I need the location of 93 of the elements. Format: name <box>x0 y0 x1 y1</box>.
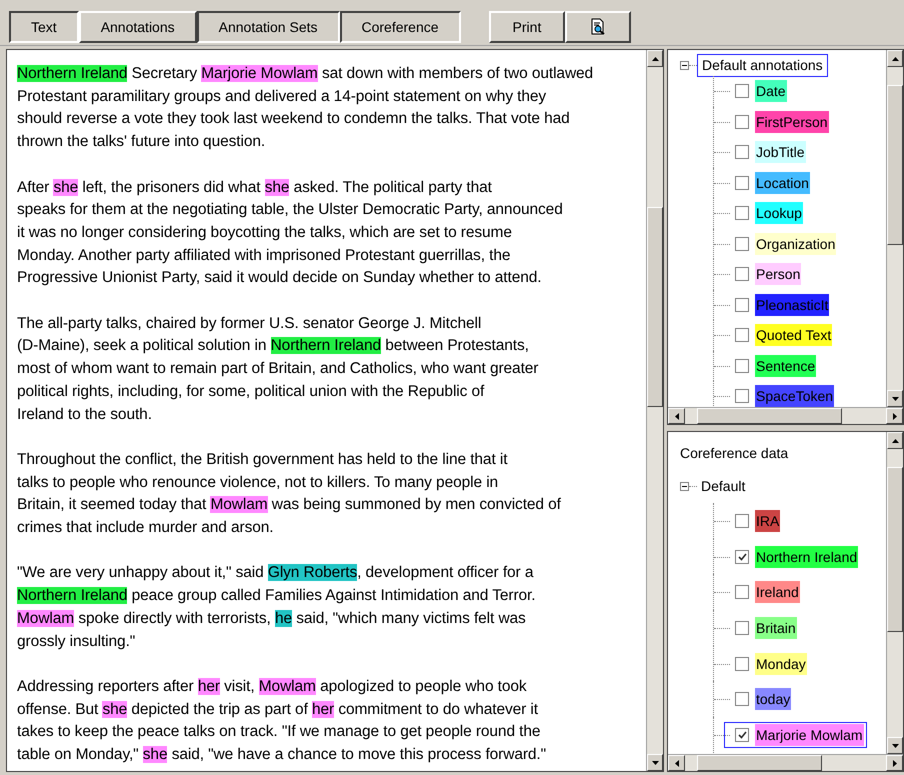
annotation-label: Northern Ireland <box>755 546 858 568</box>
annotation-label: Sentence <box>755 354 816 377</box>
collapse-icon[interactable] <box>680 482 689 490</box>
preview-button[interactable] <box>565 11 632 43</box>
checkbox[interactable] <box>735 358 749 373</box>
annotation-label: Location <box>755 172 810 194</box>
text-paragraph: The all-party talks, chaired by former U.S. senator George J. Mitchell (D-Maine), seek a political solution in Northern Ireland between Protestants, most of whom want to remain part of Britain, and Catholics, who want greater political rights, including, for some, political union with the Republic of Ireland to the south. <box>17 314 538 425</box>
checkmark-icon <box>738 730 746 739</box>
scroll-thumb[interactable] <box>647 207 663 407</box>
scroll-thumb[interactable] <box>697 755 822 771</box>
checkbox[interactable] <box>735 206 749 220</box>
tree-item[interactable]: Monday <box>724 650 810 677</box>
text-paragraph: Addressing reporters after her visit, Mowlam apologized to people who took offense. But she depicted the trip as part of her commitment to do whatever it takes to keep the peace talks on track. "If we manage to get people round the table on Monday," she said, "we have a chance to move this process forward." <box>17 676 546 766</box>
panel-title: Coreference data <box>680 444 788 463</box>
right-arrow-icon <box>892 760 896 766</box>
vertical-scrollbar[interactable] <box>886 50 903 407</box>
left-arrow-icon <box>674 760 678 766</box>
right-arrow-icon <box>892 412 896 420</box>
annotation-label: SpaceToken <box>755 385 834 407</box>
tree-item[interactable]: today <box>724 686 794 712</box>
horizontal-scrollbar[interactable] <box>668 407 903 424</box>
down-arrow-icon <box>892 396 898 400</box>
document-magnifier-icon <box>590 18 606 36</box>
annotation-label: Organization <box>755 232 836 255</box>
down-arrow-icon <box>892 744 898 748</box>
left-arrow-icon <box>674 412 678 420</box>
annotation-label: Ireland <box>755 581 800 604</box>
annotation-label: IRA <box>755 510 780 532</box>
print-button[interactable]: Print <box>488 11 566 43</box>
tab[interactable]: Annotation Sets <box>196 11 340 43</box>
tree-item[interactable]: Ireland <box>724 579 803 606</box>
checkbox[interactable] <box>735 389 749 404</box>
checkbox[interactable] <box>735 328 749 342</box>
scroll-thumb[interactable] <box>697 408 842 424</box>
tree-item[interactable]: Britain <box>724 614 800 641</box>
annotation-label: Marjorie Mowlam <box>755 724 864 746</box>
tree-item[interactable]: IRA <box>724 508 784 534</box>
up-arrow-icon <box>652 56 658 60</box>
tree-item[interactable]: Northern Ireland <box>724 544 862 570</box>
checkbox[interactable] <box>735 176 749 190</box>
horizontal-scrollbar[interactable] <box>668 754 903 771</box>
annotation-label: Lookup <box>755 202 803 224</box>
up-arrow-icon <box>892 438 898 442</box>
scroll-up-button[interactable] <box>887 432 903 449</box>
scroll-down-button[interactable] <box>887 737 903 754</box>
tab[interactable]: Annotations <box>78 11 197 43</box>
tree-node[interactable]: Default <box>697 476 750 496</box>
tree-item[interactable]: Marjorie Mowlam <box>724 722 867 748</box>
checkbox[interactable] <box>735 514 749 528</box>
scroll-thumb[interactable] <box>887 467 903 632</box>
annotation-label: Date <box>755 80 787 102</box>
annotation-label: Britain <box>755 616 797 639</box>
scroll-right-button[interactable] <box>886 408 903 424</box>
annotation-label: PleonasticIt <box>755 294 830 316</box>
scroll-down-button[interactable] <box>887 390 903 407</box>
checkbox[interactable] <box>735 114 749 129</box>
checkbox[interactable] <box>735 692 749 706</box>
annotation-label: JobTitle <box>755 141 806 164</box>
checkbox[interactable] <box>735 145 749 160</box>
vertical-scrollbar[interactable] <box>646 50 663 771</box>
checkmark-icon <box>738 552 746 561</box>
down-arrow-icon <box>652 760 658 764</box>
checkbox[interactable] <box>735 620 749 635</box>
scroll-left-button[interactable] <box>668 408 685 424</box>
scroll-thumb[interactable] <box>887 85 903 245</box>
checkbox[interactable] <box>735 236 749 251</box>
checkbox[interactable] <box>735 550 749 564</box>
tree-root[interactable]: Default annotations <box>697 54 828 76</box>
text-paragraph: "We are very unhappy about it," said Glyn Roberts, development officer for a Northern Ireland peace group called Families Against Intimidation and Terror. Mowlam spoke directly with terrorists, he said, "which many victims felt was grossly insulting." <box>17 563 536 652</box>
text-paragraph: Throughout the conflict, the British government has held to the line that it talks to people who renounce violence, not to killers. To many people in Britain, it seemed today that Mowlam was being summoned by men convicted of crimes that include murder and arson. <box>17 450 561 538</box>
checkbox[interactable] <box>735 84 749 98</box>
annotation-label: Monday <box>755 652 807 675</box>
checkbox[interactable] <box>735 267 749 282</box>
scroll-right-button[interactable] <box>886 755 903 771</box>
tab[interactable]: Coreference <box>340 11 461 43</box>
checkbox[interactable] <box>735 298 749 312</box>
checkbox[interactable] <box>735 585 749 600</box>
collapse-icon[interactable] <box>680 60 689 70</box>
scroll-left-button[interactable] <box>668 755 685 771</box>
text-paragraph: After she left, the prisoners did what she asked. The political party that speaks for them at the negotiating table, the Ulster Democratic Party, announced it was no longer considering boycotting the talks, which are set to resume Monday. Another party affiliated with imprisoned Protestant guerrillas, the Progressive Unionist Party, said it would decide on Sunday whether to attend. <box>17 178 563 288</box>
annotation-label: Quoted Text <box>755 324 832 346</box>
tab[interactable]: Text <box>9 11 79 43</box>
up-arrow-icon <box>892 56 898 60</box>
vertical-scrollbar[interactable] <box>886 432 903 754</box>
scroll-up-button[interactable] <box>887 50 903 67</box>
checkbox[interactable] <box>735 656 749 671</box>
scroll-up-button[interactable] <box>647 50 663 67</box>
annotation-label: FirstPerson <box>755 110 829 133</box>
checkbox[interactable] <box>735 728 749 742</box>
annotation-label: Person <box>755 263 802 286</box>
text-paragraph: Northern Ireland Secretary Marjorie Mowlam sat down with members of two outlawed Protestant paramilitary groups and delivered a 14-point statement on why they should reverse a vote they took last weekend to condemn the talks. That vote had thrown the talks' future into question. <box>17 64 594 152</box>
scroll-down-button[interactable] <box>647 754 663 771</box>
annotation-label: today <box>755 688 792 710</box>
